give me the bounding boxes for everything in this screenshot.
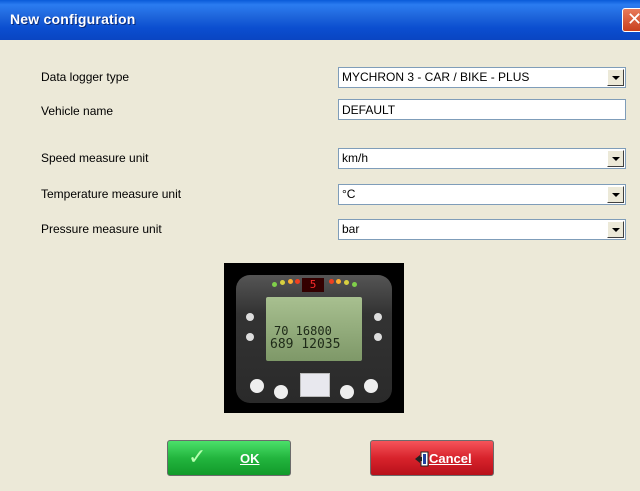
exit-door-icon [415,451,429,467]
vehicle-name-label: Vehicle name [41,104,114,118]
shift-led [344,280,349,285]
shift-led [352,282,357,287]
gear-display: 5 [302,278,324,292]
front-button [274,385,288,399]
ok-button[interactable]: ✓ OK [167,440,291,476]
lcd-screen: 70 16800 689 12035 [266,297,362,361]
data-logger-type-select[interactable]: MYCHRON 3 - CAR / BIKE - PLUS [338,67,626,88]
shift-led [329,279,334,284]
side-button [246,333,254,341]
shift-led [272,282,277,287]
check-icon: ✓ [188,445,207,470]
pressure-unit-select[interactable]: bar [338,219,626,240]
speed-unit-label: Speed measure unit [41,151,149,165]
data-logger-type-label: Data logger type [41,70,130,84]
device-label-sticker [300,373,330,397]
close-icon: ✕ [627,9,640,30]
side-button [246,313,254,321]
front-button [250,379,264,393]
lcd-line-1: 70 16800 [274,324,332,338]
speed-unit-select[interactable]: km/h [338,148,626,169]
chevron-down-icon[interactable] [607,221,624,238]
side-button [374,313,382,321]
window-title: New configuration [10,11,136,27]
close-button[interactable]: ✕ [622,8,640,32]
shift-led [288,279,293,284]
temperature-unit-label: Temperature measure unit [41,187,182,201]
front-button [340,385,354,399]
temperature-unit-value: °C [342,187,356,201]
pressure-unit-label: Pressure measure unit [41,222,162,236]
vehicle-name-field[interactable] [339,100,625,119]
side-button [374,333,382,341]
ok-button-label: OK [240,451,260,466]
title-bar: New configuration ✕ [0,0,640,40]
device-body: 5 70 16800 689 12035 [236,275,392,403]
chevron-down-icon[interactable] [607,186,624,203]
cancel-button[interactable]: Cancel [370,440,494,476]
speed-unit-value: km/h [342,151,369,165]
shift-led [295,279,300,284]
data-logger-type-value: MYCHRON 3 - CAR / BIKE - PLUS [342,70,530,84]
chevron-down-icon[interactable] [607,150,624,167]
shift-led [280,280,285,285]
temperature-unit-select[interactable]: °C [338,184,626,205]
data-logger-image: 5 70 16800 689 12035 [224,263,404,413]
cancel-button-label: Cancel [429,451,472,466]
shift-led [336,279,341,284]
chevron-down-icon[interactable] [607,69,624,86]
front-button [364,379,378,393]
pressure-unit-value: bar [342,222,360,236]
lcd-line-2: 689 12035 [270,337,341,352]
vehicle-name-field-wrapper [338,99,626,120]
